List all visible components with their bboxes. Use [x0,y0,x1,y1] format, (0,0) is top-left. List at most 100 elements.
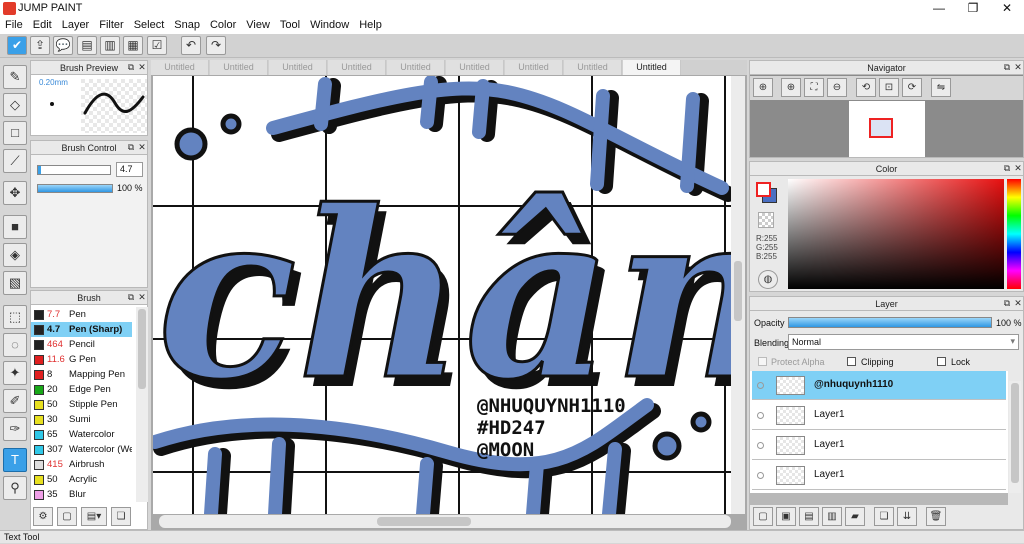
lasso-select-icon[interactable]: ◌ [3,333,27,357]
foreground-color-swatch[interactable] [756,182,771,197]
layer-row[interactable]: Layer1 [752,461,1006,490]
document-tab[interactable]: Untitled [328,60,386,75]
menu-filter[interactable]: Filter [94,17,128,34]
check-icon[interactable]: ✔ [7,36,27,55]
drawing-canvas[interactable]: chân chân @NHUQUYNH1110 #HD247 @MOON [153,76,731,514]
flip-icon[interactable]: ⇋ [931,78,951,97]
close-panel-icon[interactable]: ✕ [137,61,147,74]
brush-opacity-slider[interactable] [37,184,113,193]
brush-item[interactable]: 50 Acrylic [31,472,132,487]
brush-item[interactable]: 35 Blur [31,487,132,502]
brush-size-slider[interactable] [37,165,111,175]
minimize-button[interactable]: — [922,0,956,17]
brush-menu-icon[interactable]: ▤▾ [81,507,107,526]
blending-select[interactable]: Normal ▾ [788,334,1019,350]
brush-item[interactable]: 4.7 Pen (Sharp) [31,322,132,337]
visibility-icon[interactable] [757,442,764,449]
zoom-fit-icon[interactable]: ⊕ [753,78,773,97]
close-panel-icon[interactable]: ✕ [1013,162,1023,175]
rect-select-icon[interactable]: ⬚ [3,305,27,329]
undock-icon[interactable]: ⧉ [1002,61,1012,74]
undock-icon[interactable]: ⧉ [126,141,136,154]
brush-item[interactable]: 7.7 Pen [31,307,132,322]
brush-item[interactable]: 307 Watercolor (Wet) [31,442,132,457]
trash-icon[interactable]: 🗑 [926,507,946,526]
share-icon[interactable]: ⇪ [30,36,50,55]
line-tool-icon[interactable]: ⟋ [3,149,27,173]
brush-item[interactable]: 11.6 G Pen [31,352,132,367]
redo-button[interactable]: ↷ [206,36,226,55]
duplicate-layer-icon[interactable]: ❏ [874,507,894,526]
eraser-tool-icon[interactable]: ◇ [3,93,27,117]
brush-copy-icon[interactable]: ❏ [111,507,131,526]
menu-tool[interactable]: Tool [275,17,305,34]
close-panel-icon[interactable]: ✕ [137,291,147,304]
document-tab[interactable]: Untitled [210,60,268,75]
visibility-icon[interactable] [757,472,764,479]
brush-tool-icon[interactable]: ✎ [3,65,27,89]
layer-list-scrollbar[interactable] [1009,381,1021,493]
fill-rectangle-icon[interactable]: ■ [3,215,27,239]
close-button[interactable]: ✕ [990,0,1024,17]
brush-item[interactable]: 8 Mapping Pen [31,367,132,382]
rectangle-tool-icon[interactable]: □ [3,121,27,145]
brush-item[interactable]: 20 Edge Pen [31,382,132,397]
menu-view[interactable]: View [241,17,275,34]
transparent-color-swatch[interactable] [758,212,774,228]
text-tool-icon[interactable]: T [3,448,27,472]
new-folder-icon[interactable]: ▰ [845,507,865,526]
rotate-left-icon[interactable]: ⟲ [856,78,876,97]
protect-alpha-checkbox[interactable] [758,357,767,366]
document-tab[interactable]: Untitled [505,60,563,75]
brush-settings-icon[interactable]: ⚙ [33,507,53,526]
brush-item[interactable]: 415 Airbrush [31,457,132,472]
navigator-thumbnail[interactable] [849,101,925,157]
clipping-checkbox[interactable] [847,357,856,366]
menu-select[interactable]: Select [129,17,170,34]
menu-file[interactable]: File [0,17,28,34]
canvas-horizontal-scrollbar[interactable] [159,515,731,528]
comment-icon[interactable]: ▤ [77,36,97,55]
select-pen-icon[interactable]: ✐ [3,389,27,413]
layer-row[interactable]: Layer1 [752,401,1006,430]
speech-bubble-icon[interactable]: 💬 [53,36,73,55]
lock-checkbox[interactable] [937,357,946,366]
canvas-vertical-scrollbar[interactable] [731,76,745,514]
menu-snap[interactable]: Snap [169,17,205,34]
document-tab[interactable]: Untitled [151,60,209,75]
hue-slider[interactable] [1007,179,1021,289]
close-panel-icon[interactable]: ✕ [1013,297,1023,310]
layer-opacity-slider[interactable] [788,317,992,328]
zoom-in-icon[interactable]: ⊕ [781,78,801,97]
close-panel-icon[interactable]: ✕ [1013,61,1023,74]
zoom-out-icon[interactable]: ⊖ [827,78,847,97]
maximize-button[interactable]: ❐ [956,0,990,17]
undock-icon[interactable]: ⧉ [1002,297,1012,310]
gradient-tool-icon[interactable]: ▧ [3,271,27,295]
new-layer-8bit-icon[interactable]: ▤ [799,507,819,526]
visibility-icon[interactable] [757,412,764,419]
new-layer-1bit-icon[interactable]: ▥ [822,507,842,526]
magic-wand-icon[interactable]: ✦ [3,361,27,385]
menu-window[interactable]: Window [305,17,354,34]
new-layer-icon[interactable]: ▢ [753,507,773,526]
rotate-reset-icon[interactable]: ⊡ [879,78,899,97]
document-tab[interactable]: Untitled [446,60,504,75]
checklist-icon[interactable]: ☑ [147,36,167,55]
color-palette-icon[interactable]: ◍ [758,270,778,289]
bucket-tool-icon[interactable]: ◈ [3,243,27,267]
close-panel-icon[interactable]: ✕ [137,141,147,154]
select-eraser-icon[interactable]: ✑ [3,417,27,441]
document-tab[interactable]: Untitled [387,60,445,75]
document-tab[interactable]: Untitled [564,60,622,75]
menu-color[interactable]: Color [205,17,241,34]
move-tool-icon[interactable]: ✥ [3,181,27,205]
menu-edit[interactable]: Edit [28,17,57,34]
fit-window-icon[interactable]: ⛶ [804,78,824,97]
brush-item[interactable]: 464 Pencil [31,337,132,352]
document-tab[interactable]: Untitled [269,60,327,75]
layer-row[interactable]: @nhuquynh1110 [752,371,1006,400]
brush-size-input[interactable]: 4.7 [116,162,143,177]
brush-item[interactable]: 65 Watercolor [31,427,132,442]
undock-icon[interactable]: ⧉ [126,61,136,74]
